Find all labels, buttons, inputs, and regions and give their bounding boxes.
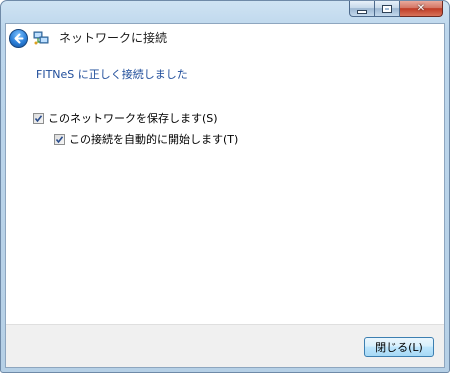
caption-buttons: ✕ (349, 1, 443, 18)
dialog-window: ✕ ネットワークに接続 FITNeS に正しく接続しました このネットワークを保… (0, 0, 450, 373)
dialog-title: ネットワークに接続 (59, 31, 168, 45)
network-icon (33, 31, 49, 45)
close-button[interactable]: 閉じる(L) (364, 337, 434, 357)
auto-start-label: この接続を自動的に開始します(T) (69, 133, 239, 146)
back-arrow-icon (14, 33, 24, 44)
save-network-option[interactable]: このネットワークを保存します(S) (33, 112, 218, 125)
connection-status-text: FITNeS に正しく接続しました (36, 68, 188, 81)
auto-start-option[interactable]: この接続を自動的に開始します(T) (54, 133, 238, 146)
wizard-header: ネットワークに接続 (6, 24, 444, 54)
back-button[interactable] (9, 29, 28, 48)
auto-start-checkbox[interactable] (54, 134, 65, 145)
checkmark-icon (34, 115, 43, 123)
minimize-icon (357, 9, 367, 14)
save-network-label: このネットワークを保存します(S) (48, 112, 218, 125)
checkmark-icon (55, 136, 64, 144)
maximize-icon (382, 4, 392, 13)
content-area: ネットワークに接続 FITNeS に正しく接続しました このネットワークを保存し… (5, 23, 445, 368)
close-icon: ✕ (416, 2, 426, 14)
save-network-checkbox[interactable] (33, 113, 44, 124)
title-bar[interactable]: ✕ (1, 1, 449, 23)
button-bar: 閉じる(L) (6, 324, 444, 367)
close-window-button[interactable]: ✕ (400, 1, 443, 17)
maximize-button[interactable] (375, 1, 400, 17)
minimize-button[interactable] (349, 1, 375, 17)
